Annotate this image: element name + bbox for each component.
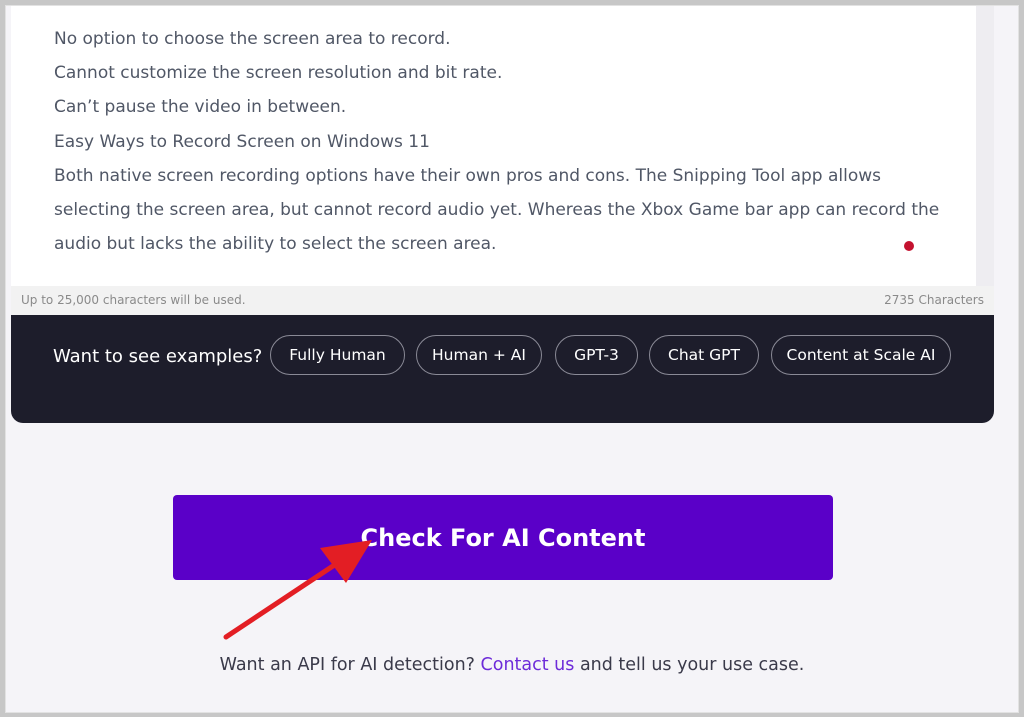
example-pill-fully-human[interactable]: Fully Human: [270, 335, 405, 375]
text-line: No option to choose the screen area to r…: [54, 29, 451, 49]
check-ai-content-button[interactable]: Check For AI Content: [173, 495, 833, 580]
examples-label: Want to see examples?: [53, 346, 263, 367]
contact-us-link[interactable]: Contact us: [481, 655, 575, 675]
text-line: Can’t pause the video in between.: [54, 97, 347, 118]
example-pill-chat-gpt[interactable]: Chat GPT: [649, 335, 759, 375]
check-button-label: Check For AI Content: [360, 523, 646, 552]
character-count: 2735 Characters: [884, 293, 984, 307]
example-pill-gpt3[interactable]: GPT-3: [555, 335, 638, 375]
example-pill-human-ai[interactable]: Human + AI: [416, 335, 542, 375]
text-line: selecting the screen area, but cannot re…: [54, 200, 940, 221]
text-line: Easy Ways to Record Screen on Windows 11: [54, 131, 430, 152]
scrollbar-track[interactable]: [976, 5, 994, 286]
text-content: No option to choose the screen area to r…: [54, 22, 954, 261]
api-prompt-suffix: and tell us your use case.: [574, 655, 805, 675]
character-limit-text: Up to 25,000 characters will be used.: [21, 293, 246, 307]
api-prompt: Want an API for AI detection? Contact us…: [0, 655, 1024, 675]
example-pill-content-at-scale[interactable]: Content at Scale AI: [771, 335, 951, 375]
text-line: Both native screen recording options hav…: [54, 165, 882, 186]
text-line: audio but lacks the ability to select th…: [54, 234, 497, 255]
character-info-bar: Up to 25,000 characters will be used. 27…: [11, 286, 994, 315]
spellcheck-dot-icon: [904, 241, 914, 251]
api-prompt-prefix: Want an API for AI detection?: [219, 655, 481, 675]
text-line: Cannot customize the screen resolution a…: [54, 63, 503, 84]
